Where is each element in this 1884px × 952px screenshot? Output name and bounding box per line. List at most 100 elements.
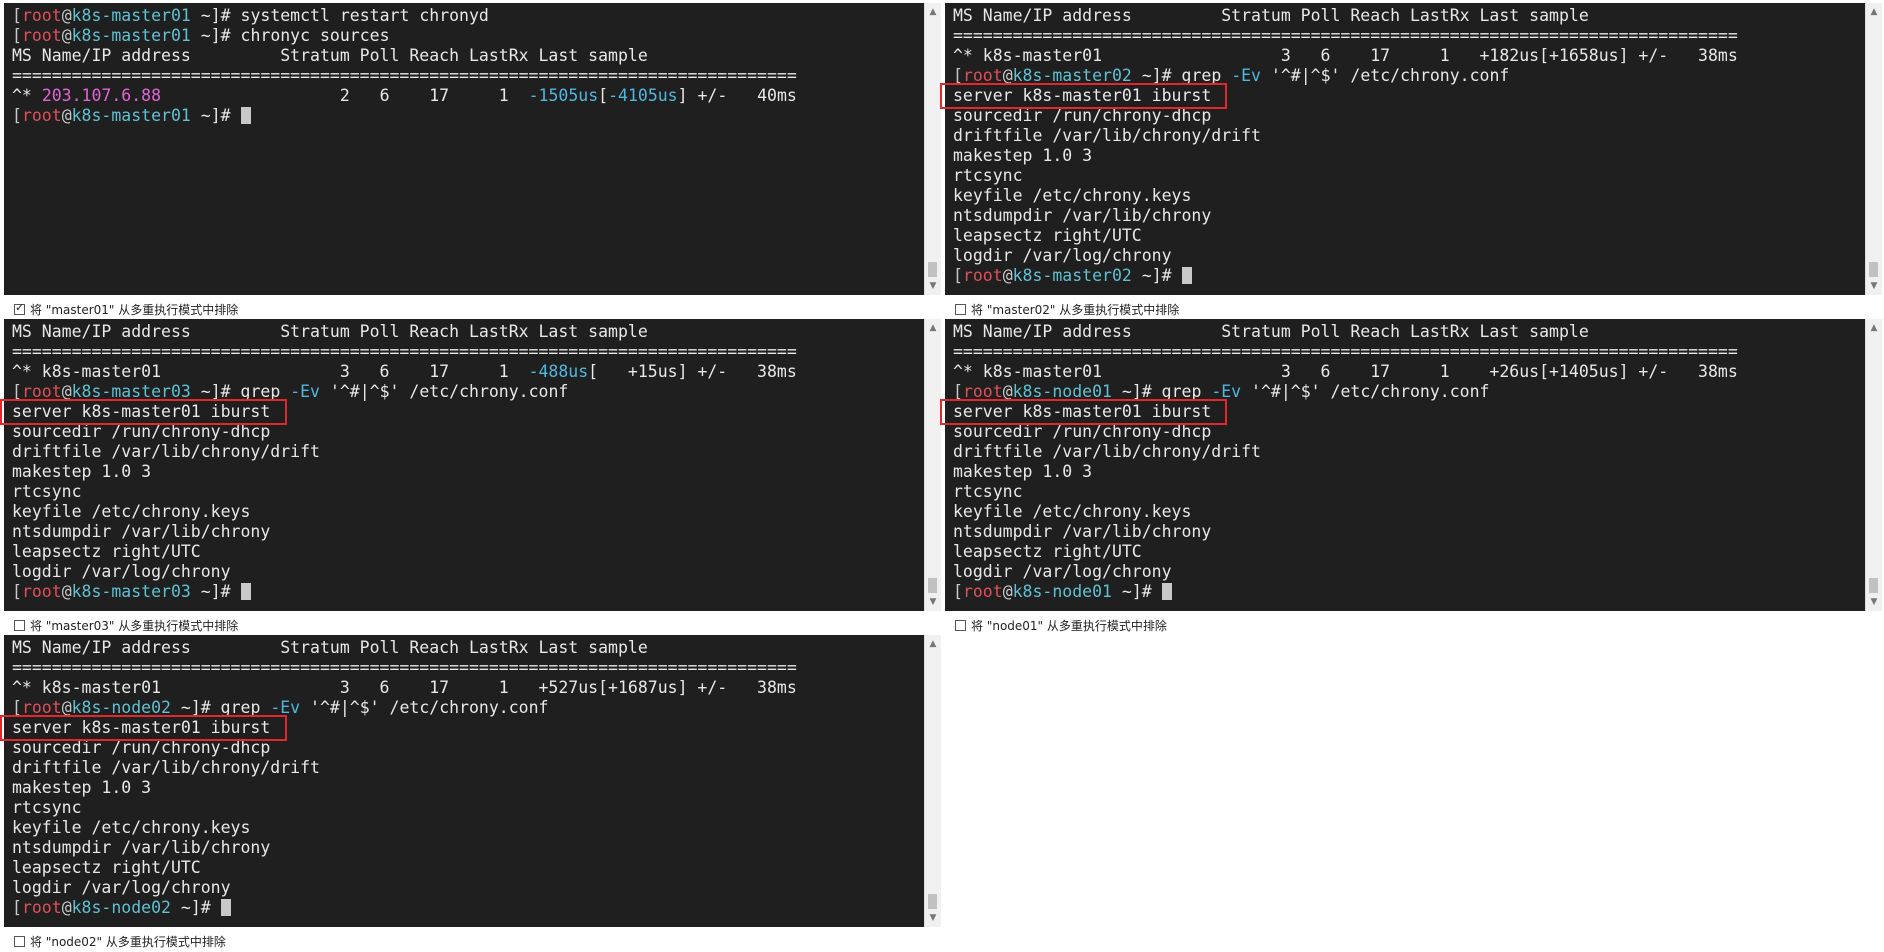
terminal-line: ntsdumpdir /var/lib/chrony xyxy=(953,522,1738,542)
exclude-label: 将 "master01" 从多重执行模式中排除 xyxy=(30,302,239,317)
exclude-checkbox[interactable] xyxy=(955,619,966,631)
terminal-output[interactable]: MS Name/IP address Stratum Poll Reach La… xyxy=(945,319,1865,611)
scroll-down-arrow-icon[interactable]: ▼ xyxy=(1866,279,1882,293)
terminal-line: rtcsync xyxy=(953,166,1738,186)
terminal-line: ^* k8s-master01 3 6 17 1 +527us[+1687us]… xyxy=(12,678,797,698)
scrollbar[interactable]: ▲ ▼ xyxy=(1865,3,1882,295)
exclude-checkbox[interactable] xyxy=(14,301,25,315)
scroll-down-arrow-icon[interactable]: ▼ xyxy=(925,279,941,293)
terminal-line: driftfile /var/lib/chrony/drift xyxy=(953,126,1738,146)
terminal-text: ~]# xyxy=(190,582,241,601)
terminal-text: k8s-master02 xyxy=(1012,266,1132,285)
scroll-up-arrow-icon[interactable]: ▲ xyxy=(925,321,941,335)
scrollbar[interactable]: ▲ ▼ xyxy=(924,635,941,927)
terminal-text: root xyxy=(21,898,62,917)
terminal-text: root xyxy=(21,582,62,601)
terminal-line: leapsectz right/UTC xyxy=(953,226,1738,246)
terminal-line: [root@k8s-node01 ~]# xyxy=(953,582,1738,602)
terminal-text: @ xyxy=(1002,582,1013,601)
terminal-pane-master03[interactable]: MS Name/IP address Stratum Poll Reach La… xyxy=(0,319,944,636)
terminal-pane-master01[interactable]: [root@k8s-master01 ~]# systemctl restart… xyxy=(4,3,944,320)
exclude-checkbox[interactable] xyxy=(14,619,25,631)
terminal-text: k8s-master01 xyxy=(71,6,191,25)
terminal-line: makestep 1.0 3 xyxy=(953,146,1738,166)
terminal-line: [root@k8s-master01 ~]# xyxy=(12,106,797,126)
scroll-thumb[interactable] xyxy=(928,262,937,277)
terminal-text: k8s-master03 xyxy=(71,582,191,601)
exclude-checkbox[interactable] xyxy=(955,303,966,315)
terminal-line: MS Name/IP address Stratum Poll Reach La… xyxy=(12,322,797,342)
terminal-text: driftfile /var/lib/chrony/drift xyxy=(953,442,1261,461)
terminal-line: leapsectz right/UTC xyxy=(12,542,797,562)
terminal-text: ^* k8s-master01 3 6 17 1 xyxy=(12,362,529,381)
terminal-text: @ xyxy=(61,26,72,45)
scroll-up-arrow-icon[interactable]: ▲ xyxy=(925,5,941,19)
terminal-text: rtcsync xyxy=(12,798,82,817)
terminal-line: ========================================… xyxy=(12,66,797,86)
terminal-text: [ xyxy=(953,582,963,601)
terminal-line: ntsdumpdir /var/lib/chrony xyxy=(12,838,797,858)
exclude-label: 将 "master03" 从多重执行模式中排除 xyxy=(30,618,239,633)
terminal-text: ~]# xyxy=(190,106,241,125)
scroll-thumb[interactable] xyxy=(928,894,937,909)
terminal-line: sourcedir /run/chrony-dhcp xyxy=(12,422,797,442)
scroll-up-arrow-icon[interactable]: ▲ xyxy=(925,637,941,651)
scroll-down-arrow-icon[interactable]: ▼ xyxy=(1866,595,1882,609)
terminal-lines: [root@k8s-master01 ~]# systemctl restart… xyxy=(12,6,797,126)
terminal-text: ~]# xyxy=(170,898,221,917)
terminal-text: ~]# xyxy=(1111,582,1162,601)
terminal-text: leapsectz right/UTC xyxy=(12,858,201,877)
terminal-line: ^* k8s-master01 3 6 17 1 +182us[+1658us]… xyxy=(953,46,1738,66)
terminal-text: ~]# systemctl restart chronyd xyxy=(190,6,489,25)
terminal-output[interactable]: MS Name/IP address Stratum Poll Reach La… xyxy=(945,3,1865,295)
terminal-pane-node01[interactable]: MS Name/IP address Stratum Poll Reach La… xyxy=(940,319,1884,636)
exclude-checkbox[interactable] xyxy=(14,935,25,947)
terminal-text: logdir /var/log/chrony xyxy=(953,246,1172,265)
scroll-thumb[interactable] xyxy=(1869,578,1878,593)
terminal-line: keyfile /etc/chrony.keys xyxy=(953,186,1738,206)
scroll-up-arrow-icon[interactable]: ▲ xyxy=(1866,5,1882,19)
exclude-row[interactable]: 将 "node02" 从多重执行模式中排除 xyxy=(14,933,226,949)
terminal-pane-master02[interactable]: MS Name/IP address Stratum Poll Reach La… xyxy=(940,3,1884,320)
terminal-text: ========================================… xyxy=(12,342,797,361)
scroll-down-arrow-icon[interactable]: ▼ xyxy=(925,911,941,925)
terminal-pane-node02[interactable]: MS Name/IP address Stratum Poll Reach La… xyxy=(0,635,944,952)
scrollbar[interactable]: ▲ ▼ xyxy=(924,319,941,611)
terminal-line: MS Name/IP address Stratum Poll Reach La… xyxy=(12,638,797,658)
terminal-text: -488us xyxy=(528,362,589,381)
terminal-line: rtcsync xyxy=(953,482,1738,502)
terminal-line: [root@k8s-node02 ~]# xyxy=(12,898,797,918)
terminal-line: logdir /var/log/chrony xyxy=(12,878,797,898)
terminal-line: rtcsync xyxy=(12,798,797,818)
terminal-text: -Ev xyxy=(290,382,320,401)
terminal-output[interactable]: MS Name/IP address Stratum Poll Reach La… xyxy=(4,635,924,927)
exclude-row[interactable]: 将 "node01" 从多重执行模式中排除 xyxy=(955,617,1167,633)
exclude-row[interactable]: 将 "master02" 从多重执行模式中排除 xyxy=(955,301,1179,317)
terminal-text: ========================================… xyxy=(953,26,1738,45)
scrollbar[interactable]: ▲ ▼ xyxy=(924,3,941,295)
scroll-up-arrow-icon[interactable]: ▲ xyxy=(1866,321,1882,335)
scroll-thumb[interactable] xyxy=(1869,262,1878,277)
scroll-thumb[interactable] xyxy=(928,578,937,593)
exclude-row[interactable]: 将 "master01" 从多重执行模式中排除 xyxy=(14,301,238,317)
terminal-output[interactable]: [root@k8s-master01 ~]# systemctl restart… xyxy=(4,3,924,295)
terminal-text: root xyxy=(21,6,62,25)
terminal-line: sourcedir /run/chrony-dhcp xyxy=(12,738,797,758)
terminal-text: keyfile /etc/chrony.keys xyxy=(12,818,251,837)
scroll-down-arrow-icon[interactable]: ▼ xyxy=(925,595,941,609)
terminal-line: makestep 1.0 3 xyxy=(953,462,1738,482)
terminal-text: '^#|^$' /etc/chrony.conf xyxy=(300,698,549,717)
terminal-text: [ xyxy=(12,6,22,25)
exclude-row[interactable]: 将 "master03" 从多重执行模式中排除 xyxy=(14,617,238,633)
terminal-output[interactable]: MS Name/IP address Stratum Poll Reach La… xyxy=(4,319,924,611)
scrollbar[interactable]: ▲ ▼ xyxy=(1865,319,1882,611)
terminal-text: MS Name/IP address Stratum Poll Reach La… xyxy=(12,46,648,65)
terminal-text: driftfile /var/lib/chrony/drift xyxy=(953,126,1261,145)
terminal-text: ntsdumpdir /var/lib/chrony xyxy=(953,206,1212,225)
terminal-line: MS Name/IP address Stratum Poll Reach La… xyxy=(12,46,797,66)
terminal-text: ntsdumpdir /var/lib/chrony xyxy=(953,522,1212,541)
terminal-text: ^* k8s-master01 3 6 17 1 +182us[+1658us]… xyxy=(953,46,1738,65)
terminal-text: k8s-node02 xyxy=(71,898,171,917)
terminal-lines: MS Name/IP address Stratum Poll Reach La… xyxy=(12,322,797,602)
terminal-line: ========================================… xyxy=(12,342,797,362)
